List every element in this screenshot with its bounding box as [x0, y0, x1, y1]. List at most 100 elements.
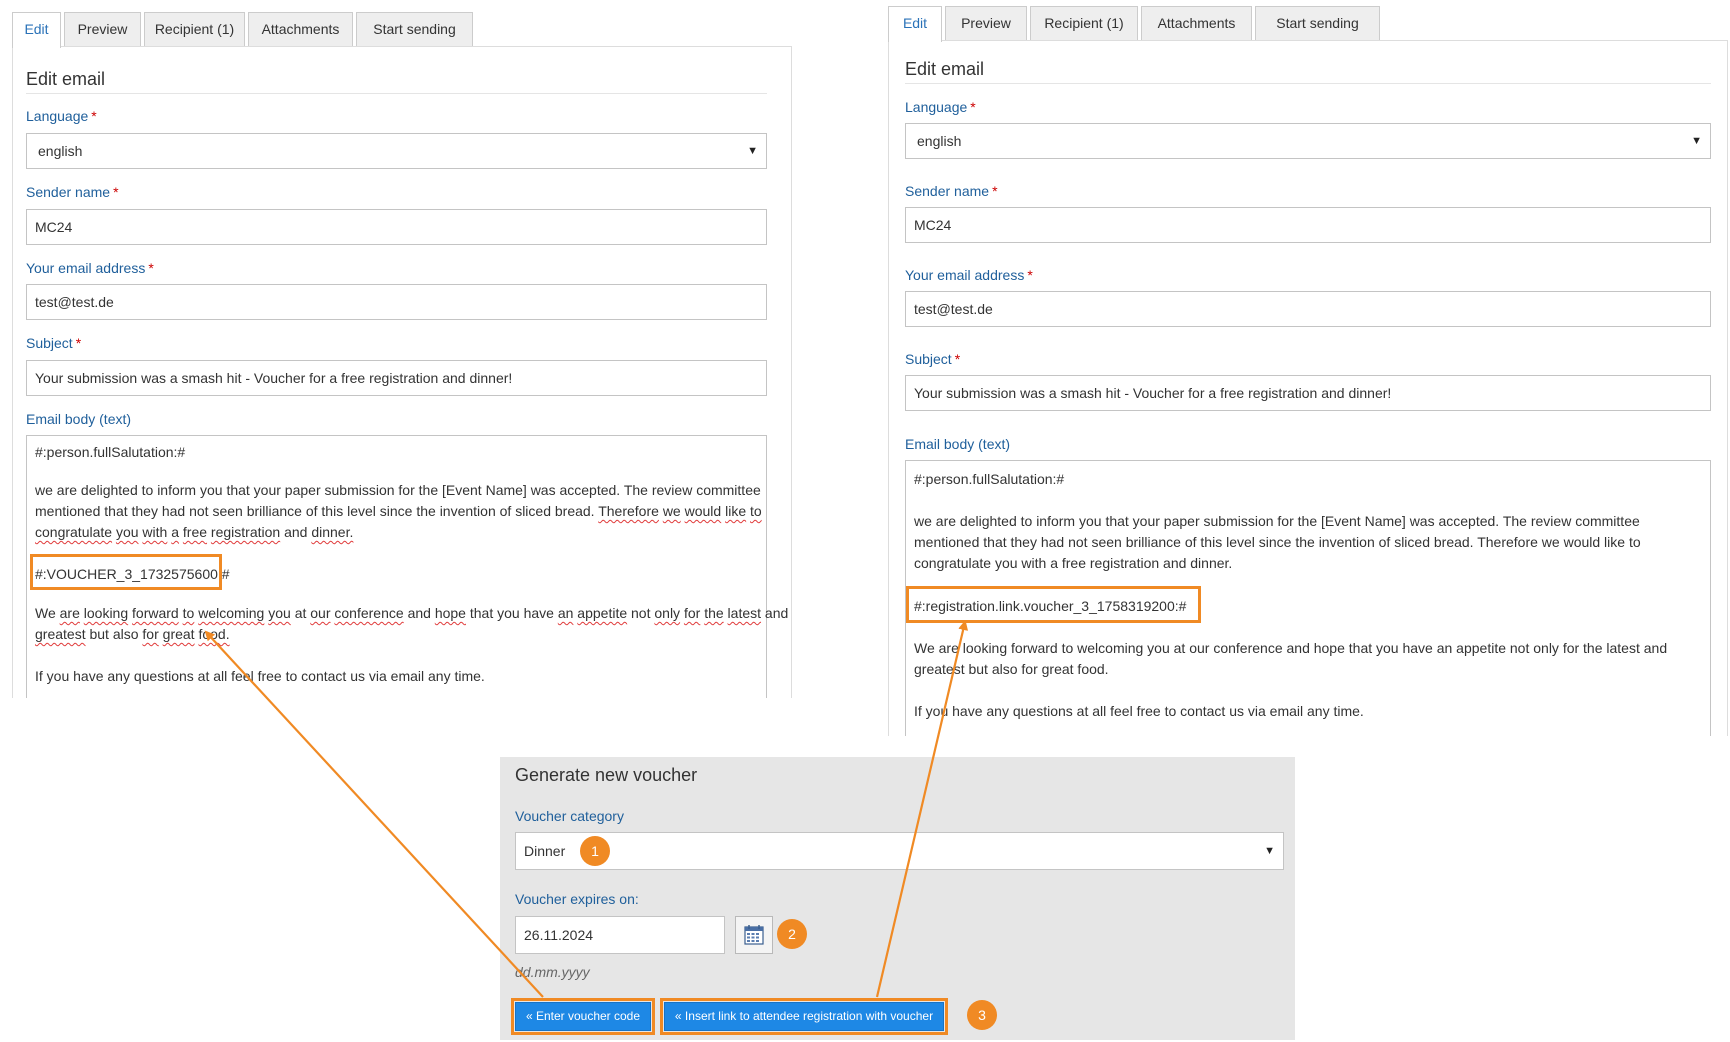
sender-label-text: Sender name — [905, 183, 990, 199]
insert-registration-link-button[interactable]: « Insert link to attendee registration w… — [664, 1002, 944, 1031]
email-label: Your email address * — [26, 260, 154, 276]
edit-form: Edit email Language * english ▼ Sender na… — [888, 40, 1728, 736]
sender-name-input[interactable]: MC24 — [26, 209, 767, 245]
body-salutation: #:person.fullSalutation:# — [35, 444, 186, 460]
misspelled-word: for — [683, 605, 701, 621]
body-paragraph-1-line-3: congratulate you with a free registratio… — [914, 555, 1233, 571]
language-value: english — [917, 133, 962, 149]
required-mark: * — [1027, 267, 1033, 283]
misspelled-word: for — [142, 626, 159, 642]
body-paragraph-1-line-2: mentioned that they had not seen brillia… — [35, 503, 762, 519]
misspelled-word: Therefore — [598, 503, 659, 519]
caret-down-icon: ▼ — [1264, 845, 1275, 857]
language-label: Language * — [26, 108, 97, 124]
body-paragraph-1-line-3: congratulate you with a free registratio… — [35, 524, 353, 540]
date-format-hint: dd.mm.yyyy — [515, 964, 590, 980]
enter-voucher-code-button[interactable]: « Enter voucher code — [515, 1002, 651, 1031]
voucher-category-select[interactable]: Dinner ▼ — [515, 832, 1284, 870]
email-address-input[interactable]: test@test.de — [26, 284, 767, 320]
step-badge-2: 2 — [777, 919, 807, 949]
sender-label: Sender name * — [905, 183, 998, 199]
voucher-expires-input[interactable]: 26.11.2024 — [515, 916, 725, 954]
subject-label-text: Subject — [905, 351, 952, 367]
body-paragraph-2-line-2: greatest but also for great food. — [35, 626, 230, 642]
body-paragraph-2-line-2: greatest but also for great food. — [914, 661, 1109, 677]
title-divider — [26, 93, 767, 94]
misspelled-word: registration — [210, 524, 281, 540]
calendar-icon — [744, 925, 764, 945]
body-paragraph-1-line-1: we are delighted to inform you that your… — [35, 482, 761, 498]
subject-input[interactable]: Your submission was a smash hit - Vouche… — [26, 360, 767, 396]
language-select[interactable]: english ▼ — [26, 133, 767, 169]
text-run: not — [631, 605, 651, 621]
misspelled-word: great — [162, 626, 195, 642]
misspelled-word: forward — [132, 605, 179, 621]
text-run: mentioned that they had not seen brillia… — [35, 503, 595, 519]
left-email-editor: Edit Preview Recipient (1) Attachments S… — [12, 12, 792, 698]
tab-recipient[interactable]: Recipient (1) — [1030, 6, 1138, 41]
right-email-editor: Edit Preview Recipient (1) Attachments S… — [888, 6, 1728, 736]
email-label-text: Your email address — [905, 267, 1025, 283]
subject-input[interactable]: Your submission was a smash hit - Vouche… — [905, 375, 1711, 411]
body-paragraph-3: If you have any questions at all feel fr… — [35, 668, 485, 684]
text-run: at — [294, 605, 307, 621]
misspelled-word: would — [684, 503, 722, 519]
language-value: english — [38, 143, 83, 159]
sender-label-text: Sender name — [26, 184, 111, 200]
calendar-button[interactable] — [735, 916, 773, 954]
edit-form: Edit email Language * english ▼ Sender na… — [12, 46, 792, 698]
required-mark: * — [148, 260, 154, 276]
text-run: and — [764, 605, 789, 621]
voucher-category-value: Dinner — [524, 843, 566, 859]
tab-start-sending[interactable]: Start sending — [1255, 6, 1380, 41]
voucher-code-highlight — [30, 554, 222, 590]
body-label: Email body (text) — [26, 411, 132, 427]
required-mark: * — [954, 351, 961, 367]
language-label-text: Language — [26, 108, 89, 124]
misspelled-word: to — [182, 605, 195, 621]
language-label: Language * — [905, 99, 976, 115]
misspelled-word: with — [142, 524, 168, 540]
page-title: Edit email — [905, 59, 985, 79]
tab-edit[interactable]: Edit — [888, 6, 942, 42]
body-paragraph-1-line-1: we are delighted to inform you that your… — [914, 513, 1640, 529]
tab-attachments[interactable]: Attachments — [1141, 6, 1252, 41]
voucher-category-label: Voucher category — [515, 808, 624, 824]
misspelled-word: appetite — [577, 605, 628, 621]
email-address-input[interactable]: test@test.de — [905, 291, 1711, 327]
required-mark: * — [970, 99, 976, 115]
misspelled-word: to — [750, 503, 762, 519]
misspelled-word: latest — [727, 605, 762, 621]
tab-attachments[interactable]: Attachments — [248, 12, 353, 47]
page-title: Edit email — [26, 69, 106, 89]
tab-preview[interactable]: Preview — [64, 12, 141, 47]
subject-label: Subject * — [26, 335, 81, 351]
misspelled-word: you — [268, 605, 291, 621]
tab-start-sending[interactable]: Start sending — [356, 12, 473, 47]
misspelled-word: like — [725, 503, 747, 519]
misspelled-word: we — [662, 503, 681, 519]
misspelled-word: only — [654, 605, 681, 621]
required-mark: * — [75, 335, 82, 351]
email-body-textarea[interactable]: #:person.fullSalutation:# we are delight… — [905, 460, 1711, 736]
caret-down-icon: ▼ — [747, 145, 758, 157]
step-badge-1: 1 — [580, 836, 610, 866]
misspelled-word: conference — [334, 605, 404, 621]
subject-label-text: Subject — [26, 335, 73, 351]
tab-recipient[interactable]: Recipient (1) — [144, 12, 245, 47]
registration-link-highlight — [906, 586, 1201, 623]
caret-down-icon: ▼ — [1691, 135, 1702, 147]
sender-name-input[interactable]: MC24 — [905, 207, 1711, 243]
misspelled-word: our — [310, 605, 331, 621]
body-paragraph-3: If you have any questions at all feel fr… — [914, 703, 1364, 719]
misspelled-word: a — [171, 524, 180, 540]
email-body-textarea[interactable]: #:person.fullSalutation:# we are delight… — [26, 435, 788, 698]
tab-edit[interactable]: Edit — [12, 12, 61, 48]
tab-preview[interactable]: Preview — [945, 6, 1027, 41]
text-run: We — [35, 605, 56, 621]
voucher-expires-label: Voucher expires on: — [515, 891, 639, 907]
language-select[interactable]: english ▼ — [905, 123, 1711, 159]
body-paragraph-2-line-1: We are looking forward to welcoming you … — [35, 605, 788, 621]
sender-label: Sender name * — [26, 184, 119, 200]
misspelled-word: congratulate — [35, 524, 113, 540]
